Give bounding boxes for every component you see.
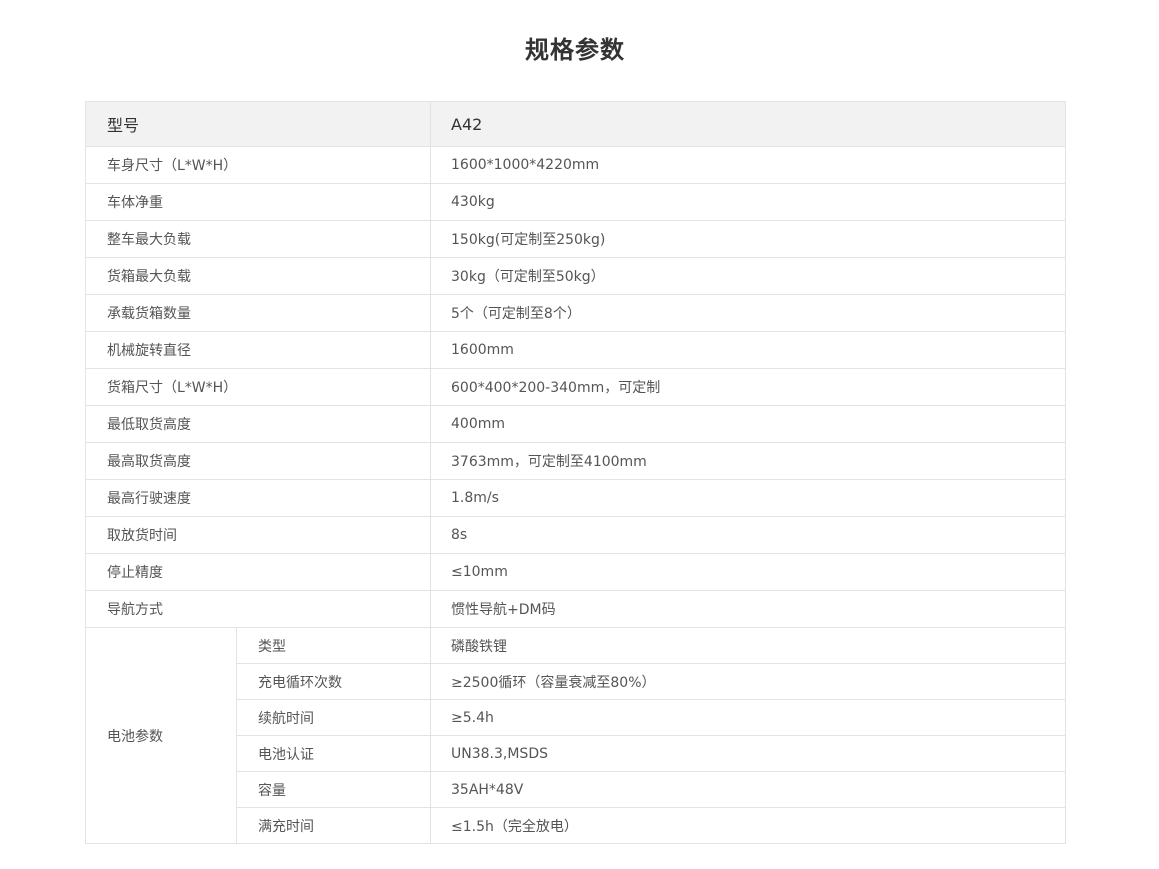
row-value: 5个（可定制至8个） — [430, 294, 1067, 332]
battery-sub-value: UN38.3,MSDS — [430, 735, 1067, 772]
row-value: 430kg — [430, 183, 1067, 221]
table-row: 承载货箱数量 5个（可定制至8个） — [84, 294, 1067, 332]
row-label: 货箱尺寸（L*W*H） — [84, 368, 432, 406]
row-label: 货箱最大负载 — [84, 257, 432, 295]
battery-sub-label: 满充时间 — [235, 807, 432, 844]
row-label: 最高行驶速度 — [84, 479, 432, 517]
battery-sub-value: 35AH*48V — [430, 771, 1067, 808]
row-label: 最高取货高度 — [84, 442, 432, 480]
table-row: 机械旋转直径 1600mm — [84, 331, 1067, 369]
header-label: 型号 — [84, 101, 432, 147]
row-label: 最低取货高度 — [84, 405, 432, 443]
spec-table: 型号 A42 车身尺寸（L*W*H） 1600*1000*4220mm 车体净重… — [84, 101, 1067, 844]
table-row: 整车最大负载 150kg(可定制至250kg) — [84, 220, 1067, 258]
battery-row: 电池参数 类型 磷酸铁锂 — [85, 627, 1067, 844]
table-row: 车体净重 430kg — [84, 183, 1067, 221]
battery-sub-label: 充电循环次数 — [235, 663, 432, 700]
battery-group-label: 电池参数 — [85, 627, 237, 844]
battery-sub-value: ≥5.4h — [430, 699, 1067, 736]
row-value: 150kg(可定制至250kg) — [430, 220, 1067, 258]
row-value: 1600mm — [430, 331, 1067, 369]
row-value: 惯性导航+DM码 — [430, 590, 1067, 628]
table-row: 最高行驶速度 1.8m/s — [84, 479, 1067, 517]
battery-sub-value: ≥2500循环（容量衰减至80%） — [430, 663, 1067, 700]
row-label: 承载货箱数量 — [84, 294, 432, 332]
table-row: 最高取货高度 3763mm，可定制至4100mm — [84, 442, 1067, 480]
row-value: 3763mm，可定制至4100mm — [430, 442, 1067, 480]
table-row: 导航方式 惯性导航+DM码 — [84, 590, 1067, 628]
row-label: 导航方式 — [84, 590, 432, 628]
battery-sub-label: 电池认证 — [235, 735, 432, 772]
row-value: 30kg（可定制至50kg） — [430, 257, 1067, 295]
row-value: 1.8m/s — [430, 479, 1067, 517]
row-value: 1600*1000*4220mm — [430, 146, 1067, 184]
header-value: A42 — [430, 101, 1067, 147]
row-label: 车体净重 — [84, 183, 432, 221]
row-value: 400mm — [430, 405, 1067, 443]
battery-sub-label: 续航时间 — [235, 699, 432, 736]
row-value: 8s — [430, 516, 1067, 554]
battery-sub-value: ≤1.5h（完全放电） — [430, 807, 1067, 844]
table-header-row: 型号 A42 — [84, 101, 1067, 147]
row-value: 600*400*200-340mm，可定制 — [430, 368, 1067, 406]
row-label: 取放货时间 — [84, 516, 432, 554]
battery-sub-label: 容量 — [235, 771, 432, 808]
page-title: 规格参数 — [525, 36, 625, 64]
battery-sub-value: 磷酸铁锂 — [430, 627, 1067, 664]
row-label: 机械旋转直径 — [84, 331, 432, 369]
table-row: 停止精度 ≤10mm — [84, 553, 1067, 591]
row-value: ≤10mm — [430, 553, 1067, 591]
row-label: 停止精度 — [84, 553, 432, 591]
battery-sub-label: 类型 — [235, 627, 432, 664]
table-row: 货箱尺寸（L*W*H） 600*400*200-340mm，可定制 — [84, 368, 1067, 406]
table-row: 车身尺寸（L*W*H） 1600*1000*4220mm — [84, 146, 1067, 184]
row-label: 整车最大负载 — [84, 220, 432, 258]
row-label: 车身尺寸（L*W*H） — [84, 146, 432, 184]
table-row: 取放货时间 8s — [84, 516, 1067, 554]
table-row: 货箱最大负载 30kg（可定制至50kg） — [84, 257, 1067, 295]
table-row: 最低取货高度 400mm — [84, 405, 1067, 443]
